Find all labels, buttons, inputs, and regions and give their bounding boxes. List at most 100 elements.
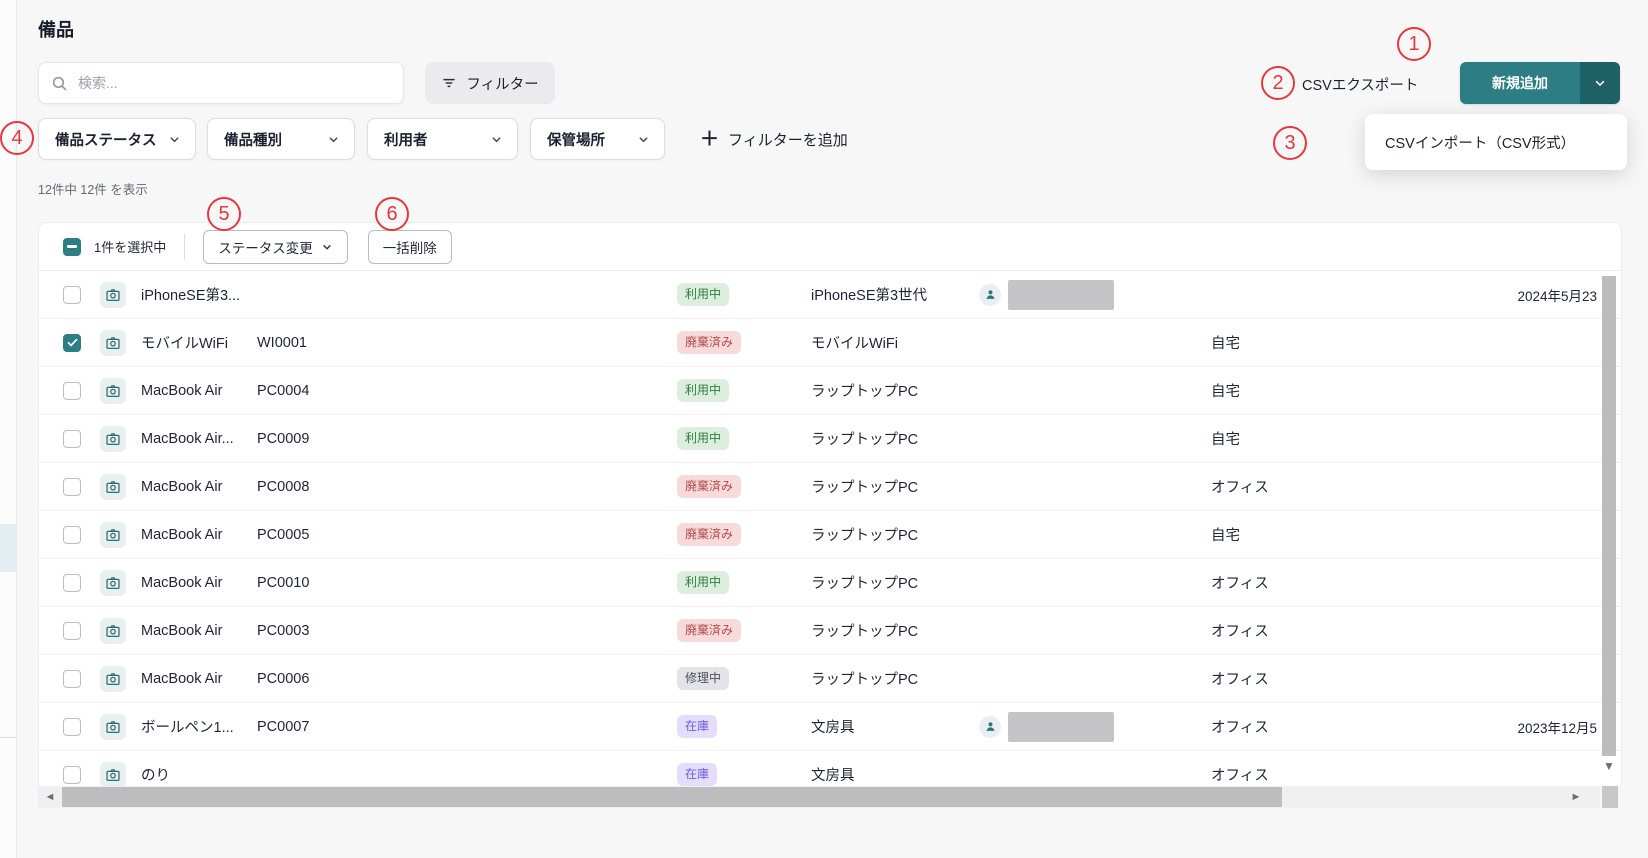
item-name[interactable]: MacBook Air (141, 527, 257, 543)
bulk-delete-button[interactable]: 一括削除 (367, 229, 452, 264)
table-row[interactable]: MacBook Air PC0008 廃棄済み ラップトップPC オフィス (39, 463, 1621, 511)
filter-button[interactable]: フィルター (425, 62, 555, 104)
add-new-dropdown-toggle[interactable] (1580, 62, 1620, 104)
row-checkbox[interactable] (63, 765, 81, 784)
row-checkbox[interactable] (63, 669, 81, 688)
item-name[interactable]: iPhoneSE第3... (141, 284, 257, 305)
scroll-right-arrow-icon[interactable]: ► (1566, 786, 1586, 808)
scroll-left-arrow-icon[interactable]: ◄ (40, 786, 60, 808)
horizontal-scrollbar-thumb[interactable] (62, 787, 1282, 807)
csv-export-link[interactable]: CSVエクスポート (1302, 74, 1418, 95)
check-icon (67, 338, 77, 347)
row-checkbox[interactable] (63, 621, 81, 640)
filter-chip-user-label: 利用者 (384, 132, 428, 149)
status-change-label: ステータス変更 (218, 240, 313, 256)
row-checkbox[interactable] (63, 285, 81, 304)
item-name[interactable]: ボールペン1... (141, 716, 257, 737)
table-row[interactable]: MacBook Air PC0004 利用中 ラップトップPC 自宅 (39, 367, 1621, 415)
item-name[interactable]: MacBook Air (141, 575, 257, 591)
filter-icon (443, 78, 456, 88)
table-row[interactable]: ボールペン1... PC0007 在庫 文房具 オフィス 2023年12月5 (39, 703, 1621, 751)
item-location: オフィス (1211, 768, 1269, 784)
item-type: ラップトップPC (811, 576, 919, 592)
scroll-down-arrow-icon[interactable]: ▼ (1601, 756, 1617, 776)
add-new-button[interactable]: 新規追加 (1460, 62, 1580, 104)
person-icon (986, 290, 994, 299)
table-row[interactable]: MacBook Air PC0006 修理中 ラップトップPC オフィス (39, 655, 1621, 703)
item-photo-icon (100, 713, 126, 740)
add-filter-label: フィルターを追加 (728, 131, 848, 149)
vertical-scrollbar-thumb[interactable] (1602, 276, 1616, 756)
table-row[interactable]: iPhoneSE第3... 利用中 iPhoneSE第3世代 2024年5月23 (39, 271, 1621, 319)
table-row[interactable]: のり 在庫 文房具 オフィス (39, 751, 1621, 786)
item-type: ラップトップPC (811, 432, 919, 448)
status-badge: 利用中 (677, 427, 730, 450)
selection-bar: 1件を選択中 ステータス変更 一括削除 (39, 223, 1621, 271)
camera-icon (106, 528, 120, 541)
csv-import-menu-item[interactable]: CSVインポート（CSV形式） (1365, 132, 1627, 153)
item-location: 自宅 (1211, 528, 1240, 544)
status-badge: 利用中 (677, 379, 730, 402)
plus-icon: ＋ (700, 128, 720, 150)
equipment-list-page: 備品 フィルター CSVエクスポート 新規追加 CSVインポート（CSV形式） … (0, 0, 1648, 858)
sidebar-divider (0, 737, 16, 738)
item-type: ラップトップPC (811, 480, 919, 496)
table-row[interactable]: MacBook Air PC0003 廃棄済み ラップトップPC オフィス (39, 607, 1621, 655)
item-photo-icon (100, 377, 126, 404)
status-badge: 修理中 (677, 667, 730, 690)
bulk-delete-label: 一括削除 (382, 240, 437, 256)
row-checkbox[interactable] (63, 717, 81, 736)
camera-icon (106, 384, 120, 397)
filter-chip-status[interactable]: 備品ステータス (38, 118, 196, 160)
item-name[interactable]: のり (141, 764, 257, 785)
item-location: 自宅 (1211, 336, 1240, 352)
row-checkbox[interactable] (63, 573, 81, 592)
item-code: PC0010 (257, 574, 310, 591)
status-change-button[interactable]: ステータス変更 (203, 229, 348, 264)
camera-icon (106, 672, 120, 685)
row-checkbox[interactable] (63, 525, 81, 544)
camera-icon (106, 720, 120, 733)
item-name[interactable]: MacBook Air (141, 383, 257, 399)
item-date: 2023年12月5 (1517, 720, 1597, 736)
item-photo-icon (100, 665, 126, 692)
horizontal-scrollbar[interactable]: ◄ ► (38, 786, 1600, 808)
user-name-redacted (1008, 279, 1114, 310)
item-location: オフィス (1211, 576, 1269, 592)
sidebar-active-indicator (0, 524, 16, 572)
filter-chip-type[interactable]: 備品種別 (207, 118, 355, 160)
status-badge: 在庫 (677, 715, 718, 738)
table-row[interactable]: MacBook Air PC0010 利用中 ラップトップPC オフィス (39, 559, 1621, 607)
status-badge: 廃棄済み (677, 475, 742, 498)
item-location: オフィス (1211, 480, 1269, 496)
table-row[interactable]: MacBook Air... PC0009 利用中 ラップトップPC 自宅 (39, 415, 1621, 463)
chevron-down-icon (170, 136, 179, 142)
selection-count-text: 1件を選択中 (94, 240, 167, 255)
camera-icon (106, 336, 120, 349)
item-name[interactable]: MacBook Air (141, 479, 257, 495)
filter-chip-user[interactable]: 利用者 (367, 118, 518, 160)
item-code: WI0001 (257, 334, 307, 351)
filter-chip-location[interactable]: 保管場所 (530, 118, 665, 160)
camera-icon (106, 624, 120, 637)
search-input[interactable] (78, 75, 391, 91)
search-box[interactable] (38, 62, 404, 104)
row-checkbox[interactable] (63, 333, 81, 352)
add-filter-link[interactable]: ＋ フィルターを追加 (700, 118, 848, 160)
annotation-circle-4: 4 (0, 121, 34, 155)
select-all-checkbox[interactable] (63, 237, 81, 256)
row-checkbox[interactable] (63, 429, 81, 448)
camera-icon (106, 288, 120, 301)
chevron-down-icon (323, 244, 331, 249)
row-checkbox[interactable] (63, 381, 81, 400)
item-photo-icon (100, 329, 126, 356)
indeterminate-mark (67, 245, 77, 248)
chevron-down-icon (329, 136, 338, 142)
item-name[interactable]: MacBook Air (141, 623, 257, 639)
item-name[interactable]: MacBook Air (141, 671, 257, 687)
row-checkbox[interactable] (63, 477, 81, 496)
table-row[interactable]: モバイルWiFi WI0001 廃棄済み モバイルWiFi 自宅 (39, 319, 1621, 367)
item-name[interactable]: MacBook Air... (141, 431, 257, 447)
item-name[interactable]: モバイルWiFi (141, 332, 257, 353)
table-row[interactable]: MacBook Air PC0005 廃棄済み ラップトップPC 自宅 (39, 511, 1621, 559)
